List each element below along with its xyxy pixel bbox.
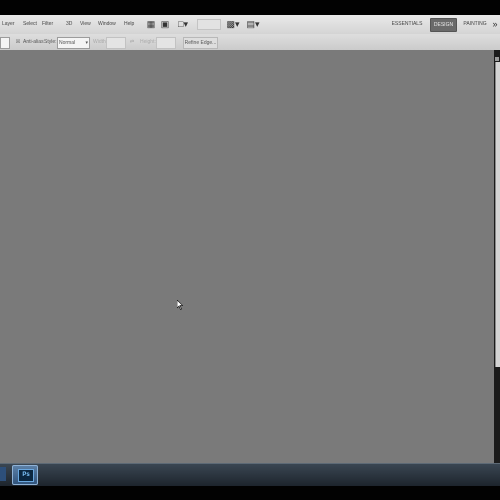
- checkbox-icon[interactable]: ☒: [14, 37, 22, 47]
- photoshop-icon: Ps: [18, 469, 34, 482]
- style-select[interactable]: Normal ▾: [57, 37, 90, 49]
- start-button[interactable]: [0, 467, 6, 481]
- refine-edge-button[interactable]: Refine Edge...: [183, 37, 218, 49]
- bottom-black-border: [0, 486, 500, 500]
- canvas-area[interactable]: [0, 50, 494, 463]
- windows-taskbar: [0, 463, 500, 487]
- style-select-value: Normal: [59, 40, 76, 46]
- menu-help[interactable]: Help: [124, 19, 134, 30]
- photoshop-taskbar-button[interactable]: Ps: [12, 465, 38, 485]
- height-field[interactable]: [156, 37, 176, 49]
- chevron-down-icon: ▾: [85, 40, 88, 46]
- menu-layer[interactable]: Layer: [2, 19, 15, 30]
- menu-window[interactable]: Window: [98, 19, 116, 30]
- style-label: Style:: [44, 39, 57, 45]
- scroll-up-arrow[interactable]: [495, 57, 499, 61]
- menu-bar: Layer Select Filter 3D View Window Help …: [0, 15, 500, 35]
- menu-select[interactable]: Select: [23, 19, 37, 30]
- zoom-level-field[interactable]: [197, 19, 221, 30]
- arrange-documents-icon[interactable]: ▩▾: [226, 18, 240, 30]
- screen-mode-icon[interactable]: □▾: [176, 18, 190, 30]
- mouse-cursor-icon: [177, 300, 183, 310]
- swap-icon[interactable]: ⇄: [128, 37, 136, 47]
- extras-icon[interactable]: ▤▾: [246, 18, 260, 30]
- menu-view[interactable]: View: [80, 19, 91, 30]
- width-field[interactable]: [106, 37, 126, 49]
- workspace-essentials[interactable]: ESSENTIALS: [390, 18, 424, 30]
- size-field[interactable]: [0, 37, 10, 49]
- minibridge-icon[interactable]: ▣: [160, 18, 170, 30]
- height-label: Height:: [140, 39, 156, 45]
- workspace-more-icon[interactable]: »: [490, 18, 500, 30]
- menu-filter[interactable]: Filter: [42, 19, 53, 30]
- anti-alias-label: Anti-alias: [23, 39, 44, 45]
- vertical-scrollbar[interactable]: [495, 62, 500, 367]
- workspace-painting[interactable]: PAINTING: [461, 18, 489, 30]
- options-bar: ☒ Anti-alias Style: Normal ▾ Width: ⇄ Hei…: [0, 34, 500, 51]
- bridge-icon[interactable]: ▦: [146, 18, 156, 30]
- workspace-design[interactable]: DESIGN: [430, 18, 457, 32]
- menu-3d[interactable]: 3D: [66, 19, 72, 30]
- top-black-border: [0, 0, 500, 15]
